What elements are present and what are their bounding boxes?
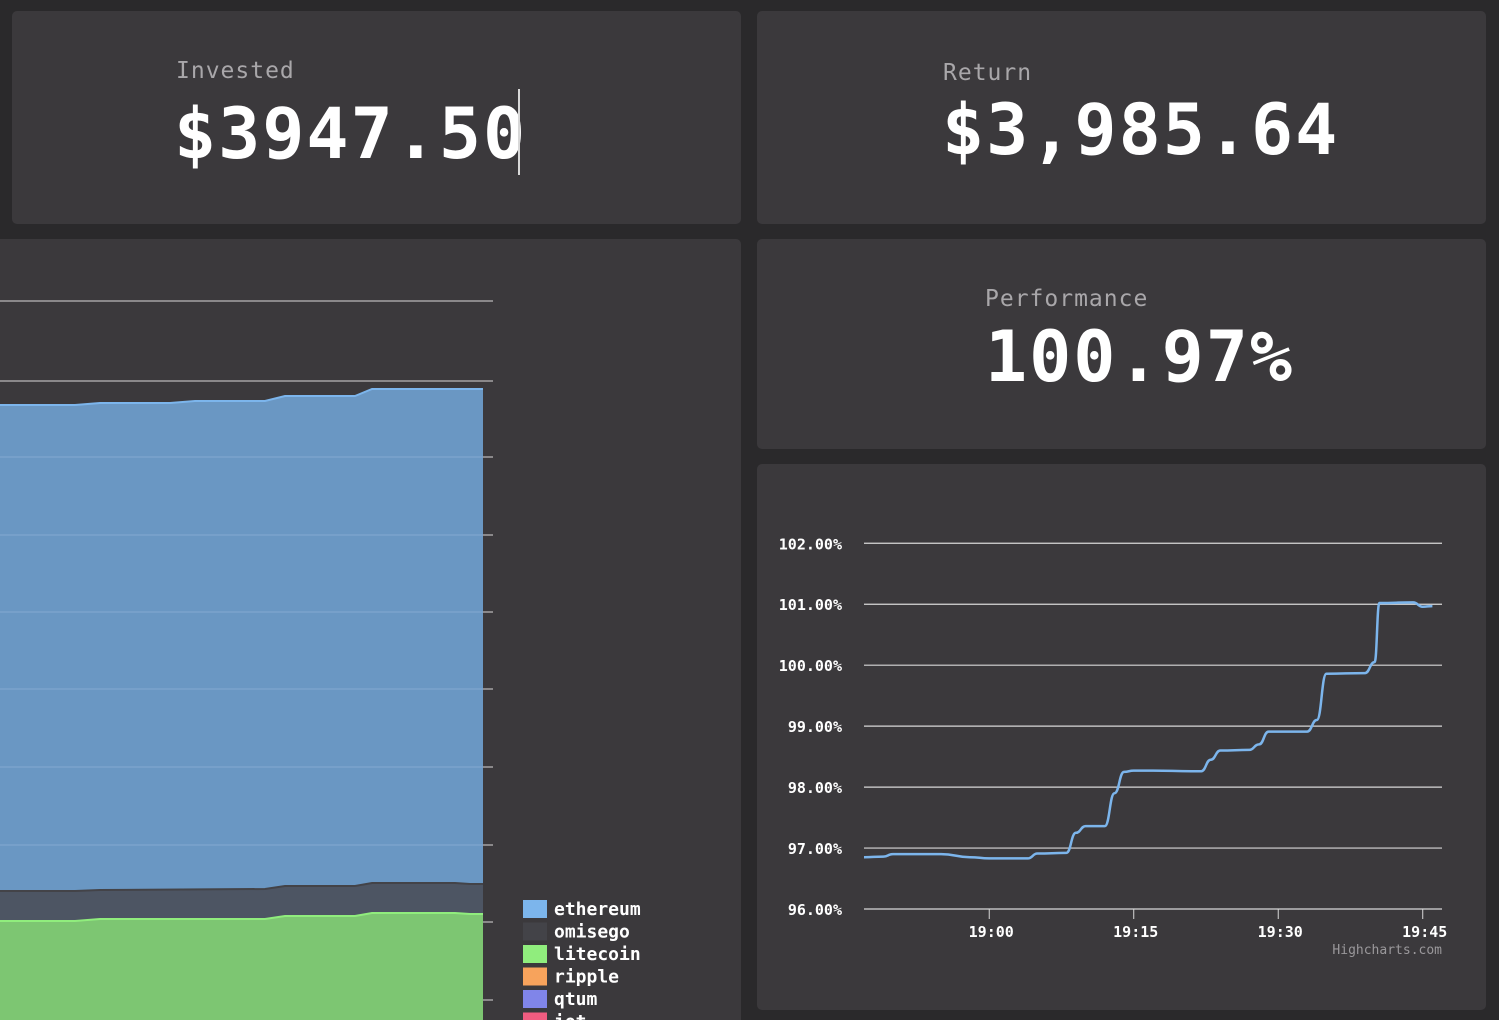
x-tick-label: 19:15 [1113,923,1158,941]
legend-swatch-omisego[interactable] [523,922,547,941]
legend-swatch-ripple[interactable] [523,967,547,986]
legend-item-iot[interactable]: iot [554,1012,587,1020]
portfolio-chart-panel: ethereumomisegolitecoinrippleqtum iot [0,239,741,1020]
y-tick-label: 102.00% [779,535,842,553]
y-tick-label: 100.00% [779,657,842,675]
litecoin-area [0,913,483,1020]
y-tick-label: 99.00% [788,718,842,736]
legend-item-omisego[interactable]: omisego [554,922,630,943]
performance-y-axis: 96.00% 97.00% 98.00% 99.00% 100.00% 101.00% 10… [779,535,842,919]
portfolio-area-chart: ethereumomisegolitecoinrippleqtum iot [0,300,641,1020]
y-tick-label: 97.00% [788,840,842,858]
legend-swatch-litecoin[interactable] [523,945,547,963]
highcharts-credits-link[interactable]: Highcharts.com [1332,943,1442,958]
invested-label: Invested [176,58,295,84]
return-label: Return [943,60,1033,86]
x-tick-label: 19:00 [969,923,1014,941]
performance-label: Performance [985,286,1149,312]
legend-item-ripple[interactable]: ripple [554,967,619,988]
performance-x-axis: 19:00 19:15 19:30 19:45 [969,909,1447,941]
invested-input[interactable] [174,92,534,176]
y-tick-label: 101.00% [779,596,842,614]
legend-swatch-ethereum[interactable] [523,900,547,918]
performance-value: 100.97% [985,316,1295,398]
portfolio-tick-marks [483,456,493,1001]
y-tick-label: 96.00% [788,901,842,919]
portfolio-legend: ethereumomisegolitecoinrippleqtum iot [523,899,641,1020]
legend-swatch-iot[interactable] [523,1012,547,1020]
return-value: $3,985.64 [942,89,1340,171]
performance-chart-panel: 96.00% 97.00% 98.00% 99.00% 100.00% 101.00% 10… [757,464,1486,1010]
legend-item-litecoin[interactable]: litecoin [554,944,641,965]
portfolio-gridlines [0,300,493,382]
performance-line-chart: 96.00% 97.00% 98.00% 99.00% 100.00% 101.00% 10… [779,535,1448,958]
y-tick-label: 98.00% [788,779,842,797]
legend-swatch-qtum[interactable] [523,990,547,1008]
x-tick-label: 19:30 [1258,923,1303,941]
text-cursor [518,89,520,175]
legend-item-qtum[interactable]: qtum [554,989,598,1010]
legend-item-ethereum[interactable]: ethereum [554,899,641,920]
ethereum-area [0,389,483,891]
performance-series-line [863,601,1433,860]
x-tick-label: 19:45 [1402,923,1447,941]
